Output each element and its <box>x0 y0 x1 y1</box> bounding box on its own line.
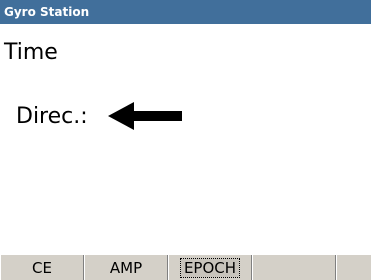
direction-row: Direc.: <box>16 96 182 136</box>
window-titlebar: Gyro Station <box>0 0 371 24</box>
direction-label: Direc.: <box>16 103 88 129</box>
tab-ce[interactable]: CE <box>0 255 84 280</box>
main-content: Time Direc.: <box>0 24 371 254</box>
tab-empty-2[interactable] <box>336 255 371 280</box>
tab-bar: CE AMP EPOCH <box>0 254 371 280</box>
tab-epoch-label: EPOCH <box>179 257 241 278</box>
window-title: Gyro Station <box>4 5 90 19</box>
tab-empty-1[interactable] <box>252 255 336 280</box>
tab-ce-label: CE <box>32 258 52 277</box>
tab-amp-label: AMP <box>109 258 143 277</box>
tab-amp[interactable]: AMP <box>84 255 168 280</box>
tab-epoch[interactable]: EPOCH <box>168 255 252 280</box>
arrow-left-icon <box>107 102 182 130</box>
page-title: Time <box>4 40 58 65</box>
